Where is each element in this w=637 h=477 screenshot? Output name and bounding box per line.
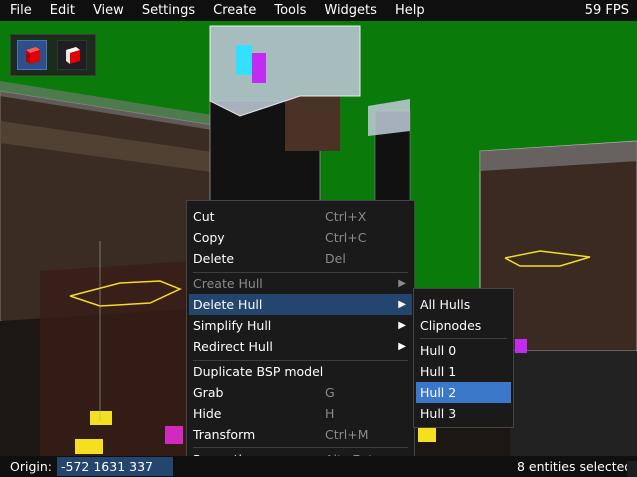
menu-view[interactable]: View [83,0,132,21]
origin-input[interactable] [57,457,173,476]
delete-hull-submenu: All Hulls Clipnodes Hull 0 Hull 1 Hull 2… [413,288,514,428]
ctx-shortcut: G [325,385,335,400]
floor-tile [418,428,436,442]
ctx-create-hull[interactable]: Create Hull ▶ [189,273,412,294]
red-cube-icon [26,47,40,64]
submenu-arrow-icon: ▶ [398,278,406,289]
submenu-hull-1[interactable]: Hull 1 [416,361,511,382]
ctx-cut[interactable]: Cut Ctrl+X [189,206,412,227]
magenta-marker [252,53,266,83]
submenu-arrow-icon: ▶ [398,341,406,352]
ctx-delete[interactable]: Delete Del [189,248,412,269]
ctx-label: Redirect Hull [193,339,273,354]
separator [193,447,408,448]
ctx-label: Duplicate BSP model [193,364,324,379]
submenu-hull-0[interactable]: Hull 0 [416,340,511,361]
submenu-label: Hull 0 [420,343,457,358]
ctx-label: Delete [193,251,235,266]
ctx-shortcut: Del [325,251,346,266]
menu-help[interactable]: Help [385,0,433,21]
ctx-label: Simplify Hull [193,318,272,333]
submenu-label: Hull 1 [420,364,457,379]
separator [420,338,507,339]
selection-status: 8 entities selected [517,459,633,474]
ctx-shortcut: H [325,406,335,421]
face-mode-button[interactable] [57,40,87,70]
ctx-label: Create Hull [193,276,263,291]
submenu-hull-3[interactable]: Hull 3 [416,403,511,424]
context-menu: Cut Ctrl+X Copy Ctrl+C Delete Del Create… [186,200,415,475]
ctx-transform[interactable]: Transform Ctrl+M [189,424,412,445]
ctx-shortcut: Ctrl+X [325,209,367,224]
ctx-label: Grab [193,385,224,400]
ctx-copy[interactable]: Copy Ctrl+C [189,227,412,248]
right-floor [510,351,637,456]
fps-counter: 59 FPS [584,3,629,18]
submenu-arrow-icon: ▶ [398,320,406,331]
ctx-redirect-hull[interactable]: Redirect Hull ▶ [189,336,412,357]
floor-tile [165,426,183,444]
submenu-clipnodes[interactable]: Clipnodes [416,315,511,336]
menu-widgets[interactable]: Widgets [314,0,385,21]
cyan-marker [236,45,252,75]
ctx-shortcut: Ctrl+C [325,230,367,245]
menu-create[interactable]: Create [203,0,264,21]
menu-tools[interactable]: Tools [264,0,314,21]
ctx-label: Delete Hull [193,297,263,312]
resize-grip[interactable] [627,461,637,477]
ctx-label: Transform [193,427,256,442]
ctx-simplify-hull[interactable]: Simplify Hull ▶ [189,315,412,336]
ctx-duplicate-bsp[interactable]: Duplicate BSP model [189,361,412,382]
floor-tile [90,411,112,425]
ctx-label: Cut [193,209,215,224]
submenu-hull-2[interactable]: Hull 2 [416,382,511,403]
ctx-grab[interactable]: Grab G [189,382,412,403]
red-white-cube-icon [66,47,80,64]
origin-label: Origin: [10,459,52,474]
menu-file[interactable]: File [0,0,40,21]
ctx-label: Hide [193,406,222,421]
submenu-label: Hull 2 [420,385,457,400]
tool-palette [10,34,96,76]
submenu-label: Hull 3 [420,406,457,421]
submenu-label: All Hulls [420,297,471,312]
menu-bar: File Edit View Settings Create Tools Wid… [0,0,637,21]
submenu-label: Clipnodes [420,318,482,333]
ctx-delete-hull[interactable]: Delete Hull ▶ [189,294,412,315]
submenu-arrow-icon: ▶ [398,299,406,310]
floor-tile [515,339,527,353]
floor-tile [75,439,103,454]
object-mode-button[interactable] [17,40,47,70]
ctx-label: Copy [193,230,225,245]
ctx-hide[interactable]: Hide H [189,403,412,424]
tower-brick-face [285,96,340,151]
menu-settings[interactable]: Settings [132,0,203,21]
ctx-shortcut: Ctrl+M [325,427,369,442]
submenu-all-hulls[interactable]: All Hulls [416,294,511,315]
menu-edit[interactable]: Edit [40,0,83,21]
status-bar: Origin: 8 entities selected [0,456,637,477]
